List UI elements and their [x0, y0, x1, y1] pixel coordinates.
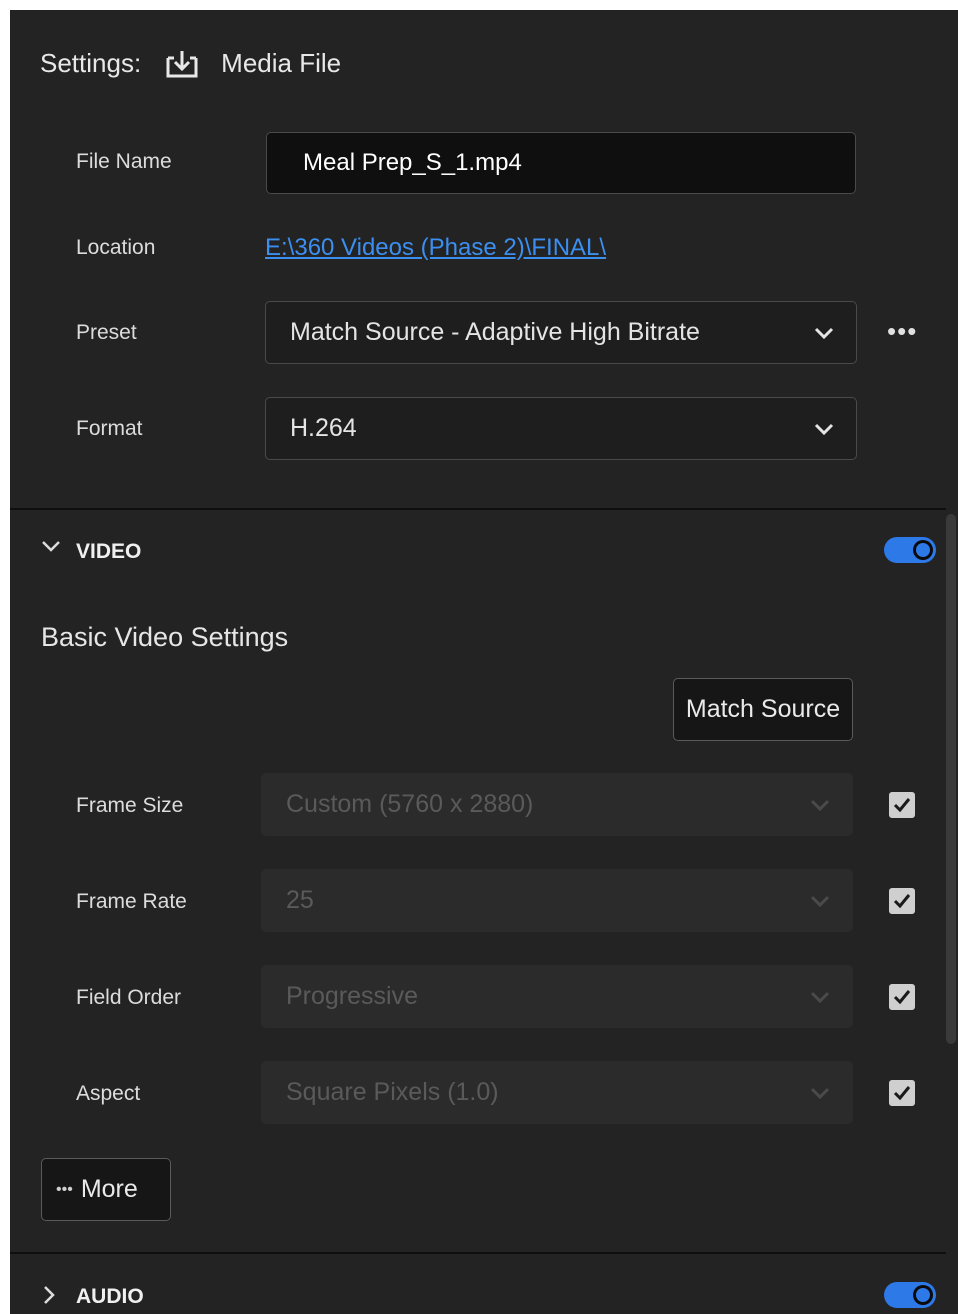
more-dots-icon: •••: [56, 1180, 73, 1198]
field-order-value: Progressive: [286, 982, 418, 1010]
format-label: Format: [76, 417, 143, 440]
preset-value: Match Source - Adaptive High Bitrate: [290, 318, 700, 346]
basic-video-settings-heading: Basic Video Settings: [41, 622, 289, 652]
chevron-down-icon: [810, 799, 830, 811]
video-section-title[interactable]: VIDEO: [76, 540, 141, 564]
file-name-label: File Name: [76, 150, 172, 173]
section-divider: [10, 1252, 946, 1254]
frame-rate-checkbox[interactable]: [889, 888, 915, 914]
frame-size-value: Custom (5760 x 2880): [286, 790, 534, 818]
match-source-button[interactable]: Match Source: [673, 678, 853, 741]
settings-header: Settings: Media File: [40, 48, 341, 79]
frame-rate-label: Frame Rate: [76, 890, 187, 913]
field-order-label: Field Order: [76, 986, 182, 1009]
location-label: Location: [76, 236, 156, 259]
format-value: H.264: [290, 414, 357, 442]
chevron-down-icon: [810, 991, 830, 1003]
destination-label: Media File: [221, 48, 342, 78]
export-download-icon[interactable]: [165, 49, 199, 79]
more-button-label: More: [80, 1175, 138, 1203]
aspect-value: Square Pixels (1.0): [286, 1078, 499, 1106]
chevron-down-icon[interactable]: [41, 540, 61, 552]
chevron-down-icon: [810, 1087, 830, 1099]
chevron-down-icon: [814, 327, 834, 339]
file-name-input[interactable]: Meal Prep_S_1.mp4: [266, 132, 856, 194]
frame-rate-dropdown[interactable]: 25: [261, 869, 853, 932]
chevron-down-icon: [810, 895, 830, 907]
export-settings-panel: Settings: Media File File Name Meal Prep…: [10, 10, 958, 1314]
location-link[interactable]: E:\360 Videos (Phase 2)\FINAL\: [265, 234, 606, 262]
audio-enable-toggle[interactable]: [884, 1282, 936, 1308]
frame-rate-value: 25: [286, 886, 314, 914]
video-enable-toggle[interactable]: [884, 537, 936, 563]
section-divider: [10, 508, 946, 510]
preset-dropdown[interactable]: Match Source - Adaptive High Bitrate: [265, 301, 857, 364]
format-dropdown[interactable]: H.264: [265, 397, 857, 460]
field-order-dropdown[interactable]: Progressive: [261, 965, 853, 1028]
frame-size-checkbox[interactable]: [889, 792, 915, 818]
settings-label: Settings:: [40, 48, 142, 78]
frame-size-label: Frame Size: [76, 794, 184, 817]
aspect-checkbox[interactable]: [889, 1080, 915, 1106]
scrollbar[interactable]: [946, 514, 956, 1044]
preset-label: Preset: [76, 321, 137, 344]
aspect-dropdown[interactable]: Square Pixels (1.0): [261, 1061, 853, 1124]
aspect-label: Aspect: [76, 1082, 141, 1105]
frame-size-dropdown[interactable]: Custom (5760 x 2880): [261, 773, 853, 836]
preset-more-button[interactable]: •••: [887, 316, 917, 347]
chevron-down-icon: [814, 423, 834, 435]
field-order-checkbox[interactable]: [889, 984, 915, 1010]
chevron-right-icon[interactable]: [43, 1285, 55, 1305]
audio-section-title[interactable]: AUDIO: [76, 1285, 144, 1309]
more-button[interactable]: ••• More: [41, 1158, 171, 1221]
